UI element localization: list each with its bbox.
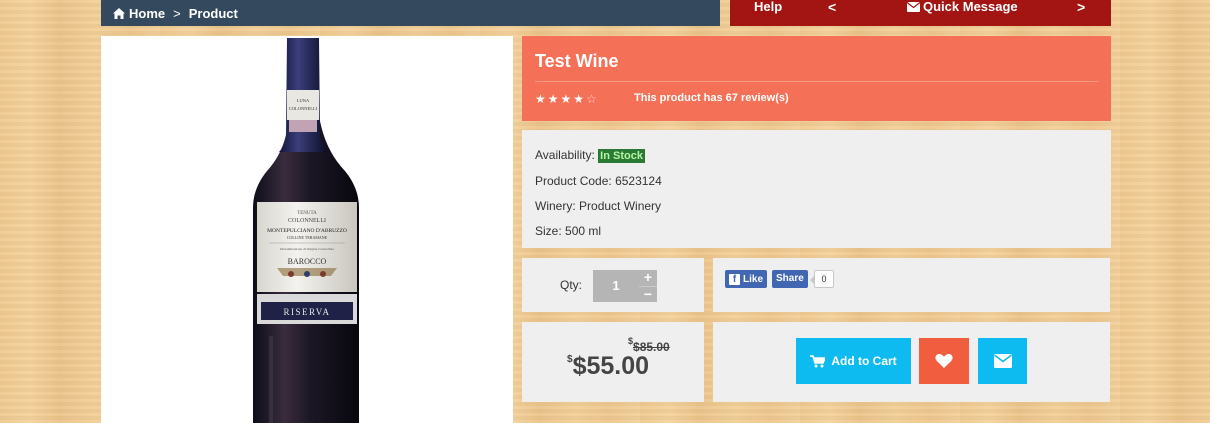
winery-value: Product Winery [579, 199, 662, 213]
availability-row: Availability: In Stock [535, 148, 645, 163]
action-panel: Add to Cart [713, 322, 1110, 402]
old-price-currency: $ [628, 336, 634, 346]
svg-text:Denominazione di Origine Contr: Denominazione di Origine Controllata [280, 247, 334, 251]
current-price: $$55.00 [567, 352, 649, 381]
product-image-panel: LUNA COLONNELLI TENUTA COLONNELLI MONTEP… [101, 36, 513, 423]
help-link[interactable]: Help [754, 0, 782, 26]
bottle-label-top: MONTEPULCIANO D'ABRUZZO [267, 228, 347, 234]
bottle-label-name: BAROCCO [288, 257, 327, 266]
quantity-increment-button[interactable]: + [639, 270, 657, 286]
current-price-value: $55.00 [572, 352, 650, 380]
product-code-value: 6523124 [615, 174, 662, 188]
price-currency: $ [567, 354, 573, 365]
add-to-cart-button[interactable]: Add to Cart [796, 338, 911, 384]
star-icon: ★ [560, 92, 574, 106]
size-label: Size: [535, 224, 562, 238]
winery-label: Winery: [535, 199, 576, 213]
star-icon: ★ [547, 92, 561, 106]
quantity-label: Qty: [560, 278, 583, 292]
quick-message-link[interactable]: Quick Message [907, 0, 1018, 26]
stock-badge: In Stock [598, 149, 645, 163]
svg-text:COLONNELLI: COLONNELLI [289, 106, 318, 111]
breadcrumb-current[interactable]: Product [189, 6, 238, 21]
envelope-icon [907, 2, 920, 12]
size-row: Size: 500 ml [535, 224, 601, 238]
add-to-wishlist-button[interactable] [919, 338, 969, 384]
svg-text:LUNA: LUNA [297, 98, 310, 103]
product-code-row: Product Code: 6523124 [535, 174, 662, 188]
winery-row: Winery: Product Winery [535, 199, 661, 213]
star-rating: ★★★★☆ [535, 92, 599, 106]
quantity-stepper: 1 + − [593, 270, 657, 302]
svg-text:COLONNELLI: COLONNELLI [288, 218, 326, 224]
home-icon [113, 7, 125, 19]
quantity-panel: Qty: 1 + − [522, 258, 704, 312]
reviews-link[interactable]: This product has 67 review(s) [634, 92, 789, 104]
star-icon: ★ [573, 92, 587, 106]
help-bar: Help < Quick Message > [730, 0, 1111, 26]
divider [535, 81, 1098, 82]
send-message-button[interactable] [978, 338, 1027, 384]
svg-text:TENUTA: TENUTA [297, 211, 317, 216]
heart-icon [935, 353, 953, 368]
size-value: 500 ml [565, 224, 602, 238]
quantity-decrement-button[interactable]: − [639, 286, 657, 302]
product-header: Test Wine ★★★★☆ This product has 67 revi… [522, 36, 1111, 121]
availability-label: Availability: [535, 148, 595, 162]
breadcrumb: Home > Product [101, 0, 720, 26]
star-empty-icon: ☆ [586, 92, 599, 106]
quantity-input[interactable]: 1 [593, 270, 639, 302]
facebook-icon: f [729, 273, 740, 285]
chevron-left-icon[interactable]: < [828, 0, 836, 26]
wine-bottle-image: LUNA COLONNELLI TENUTA COLONNELLI MONTEP… [253, 38, 359, 423]
chevron-right-icon[interactable]: > [1077, 0, 1085, 26]
add-to-cart-label: Add to Cart [831, 354, 897, 368]
quick-message-label: Quick Message [923, 0, 1018, 14]
bottle-label-band: RISERVA [283, 307, 330, 317]
product-title: Test Wine [535, 51, 619, 71]
social-panel: f Like Share 0 [713, 258, 1110, 312]
breadcrumb-home-link[interactable]: Home [129, 6, 165, 21]
envelope-icon [993, 354, 1012, 368]
price-panel: $$85.00 $$55.00 [522, 322, 704, 402]
breadcrumb-separator: > [173, 5, 181, 21]
cart-icon [810, 354, 826, 367]
product-code-label: Product Code: [535, 174, 612, 188]
share-count: 0 [810, 270, 834, 288]
bottle-label-sub: COLLINE TERAMANE [287, 235, 328, 240]
star-icon: ★ [535, 92, 548, 106]
facebook-like-button[interactable]: f Like [725, 270, 768, 288]
like-label: Like [743, 273, 764, 285]
product-info: Availability: In Stock Product Code: 652… [522, 130, 1111, 248]
facebook-share-button[interactable]: Share [772, 270, 808, 288]
